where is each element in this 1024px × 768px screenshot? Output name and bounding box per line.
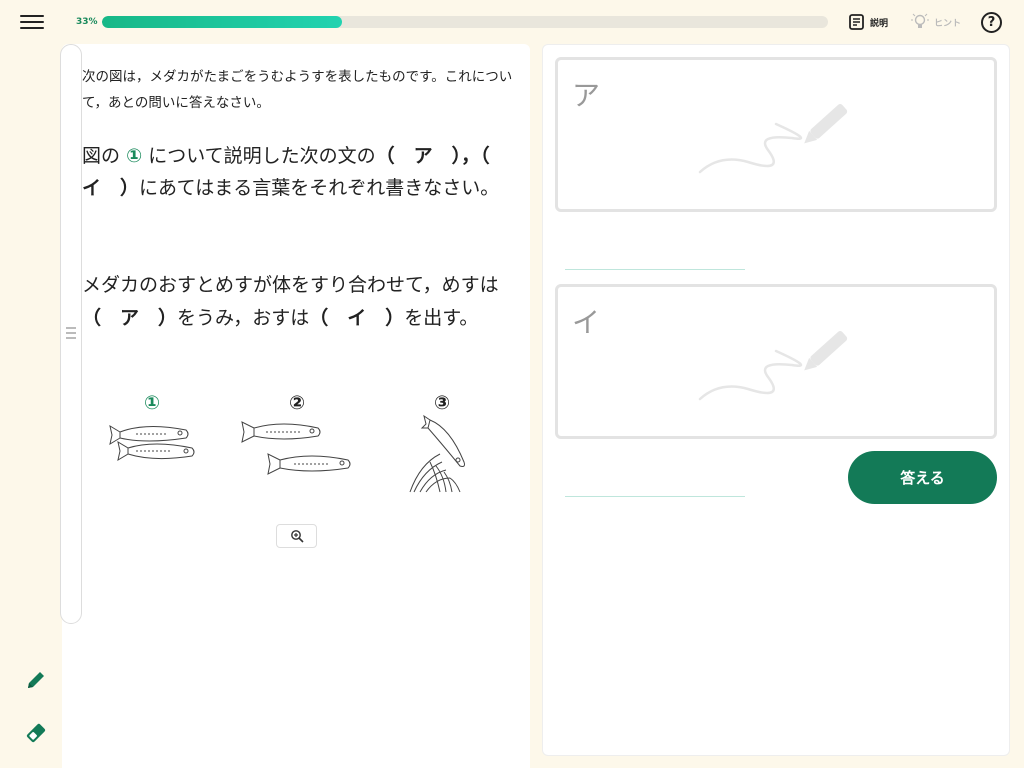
figure-2: ② bbox=[238, 392, 356, 488]
lightbulb-icon bbox=[911, 13, 929, 28]
explain-button[interactable]: 説明 bbox=[848, 12, 888, 32]
main-suffix: にあてはまる言葉をそれぞれ書きなさい。 bbox=[139, 177, 500, 199]
panel-resize-handle[interactable] bbox=[60, 44, 82, 624]
sentence-1: メダカのおすとめすが体をすり合わせて，めすは bbox=[82, 274, 499, 296]
question-main: 図の ① について説明した次の文の（ ア ），（ イ ）にあてはまる言葉をそれぞ… bbox=[82, 140, 514, 204]
zoom-button[interactable] bbox=[276, 524, 317, 548]
grip-icon bbox=[66, 327, 76, 342]
help-icon[interactable]: ? bbox=[981, 12, 1002, 33]
answer-box-a-label: ア bbox=[572, 79, 601, 112]
answer-box-i-label: イ bbox=[572, 306, 601, 339]
main-num: ① bbox=[126, 145, 143, 167]
pencil-icon[interactable] bbox=[24, 668, 48, 692]
answer-i-underline bbox=[565, 496, 745, 497]
main-prefix: 図の bbox=[82, 145, 121, 167]
explain-label: 説明 bbox=[870, 18, 889, 29]
medaka-pair-icon bbox=[109, 424, 195, 462]
progress-fill bbox=[102, 16, 342, 28]
sentence-3: を出す。 bbox=[404, 307, 479, 329]
menu-icon[interactable] bbox=[20, 12, 44, 32]
medaka-swimming-icon bbox=[241, 421, 351, 475]
figure-3: ③ bbox=[400, 392, 484, 500]
progress-label: 33% bbox=[76, 17, 98, 27]
answer-a-underline bbox=[565, 269, 745, 270]
blank-a: （ ア ）， bbox=[375, 145, 481, 167]
figure-1: ① bbox=[106, 392, 198, 470]
hint-button[interactable]: ヒント bbox=[910, 12, 961, 32]
sentence-blank-i: （ イ ） bbox=[309, 307, 405, 329]
question-intro: 次の図は，メダカがたまごをうむようすを表したものです。これについて，あとの問いに… bbox=[82, 69, 513, 111]
submit-button[interactable]: 答える bbox=[848, 451, 997, 504]
hint-label: ヒント bbox=[934, 18, 962, 29]
sentence-2: をうみ，おすは bbox=[177, 307, 310, 329]
eraser-icon[interactable] bbox=[24, 721, 48, 745]
sentence-blank-a: （ ア ） bbox=[82, 307, 178, 329]
main-mid: について説明した次の文の bbox=[148, 145, 376, 167]
handwriting-icon bbox=[698, 331, 848, 401]
medaka-waterweed-icon bbox=[409, 414, 465, 493]
question-sentence: メダカのおすとめすが体をすり合わせて，めすは （ ア ）をうみ，おすは（ イ ）を… bbox=[82, 269, 514, 335]
answer-box-a[interactable]: ア bbox=[555, 57, 997, 212]
zoom-in-icon bbox=[290, 530, 304, 543]
handwriting-icon bbox=[698, 104, 848, 174]
progress-bar bbox=[102, 16, 828, 28]
document-icon bbox=[849, 14, 864, 30]
figure-1-label: ① bbox=[143, 392, 161, 414]
figure-3-label: ③ bbox=[433, 392, 451, 414]
answer-box-i[interactable]: イ bbox=[555, 284, 997, 439]
figure-2-label: ② bbox=[288, 392, 306, 414]
